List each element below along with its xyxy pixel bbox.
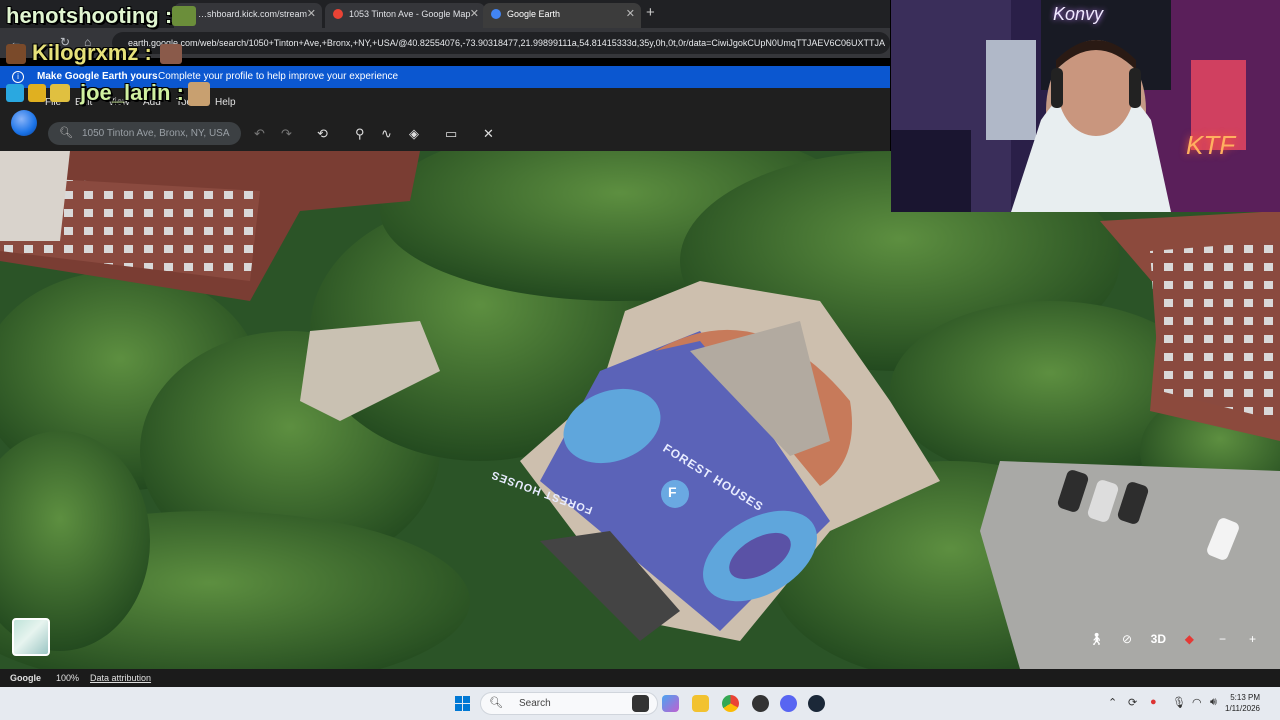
- badge-icon: [50, 84, 70, 102]
- emote-icon: [172, 6, 196, 26]
- neon-sign-konvy: Konvy: [1053, 4, 1104, 24]
- copilot-icon[interactable]: [662, 695, 679, 712]
- zoom-in-button[interactable]: +: [1249, 632, 1256, 646]
- compass-reset-icon[interactable]: ⊘: [1122, 632, 1132, 646]
- webcam-feed: [891, 0, 1280, 212]
- layers-icon[interactable]: ◈: [409, 126, 419, 142]
- search-value: 1050 Tinton Ave, Bronx, NY, USA: [82, 128, 230, 139]
- badge-icon: [6, 84, 24, 102]
- search-input[interactable]: 🔍︎ 1050 Tinton Ave, Bronx, NY, USA: [48, 122, 241, 145]
- discord-icon[interactable]: [780, 695, 797, 712]
- windows-start-icon[interactable]: [455, 696, 470, 711]
- url-field[interactable]: earth.google.com/web/search/1050+Tinton+…: [112, 32, 890, 54]
- wifi-icon[interactable]: ◠: [1192, 696, 1202, 709]
- measure-icon[interactable]: ▭: [445, 126, 457, 142]
- earth-favicon: [491, 9, 501, 19]
- streamer-webcam: Konvy KTF: [891, 0, 1280, 212]
- app-icon[interactable]: [752, 695, 769, 712]
- badge-icon: [28, 84, 46, 102]
- tools-icon[interactable]: ✕: [483, 126, 494, 142]
- badge-icon: [6, 44, 26, 64]
- tab-label: …shboard.kick.com/stream: [198, 9, 308, 19]
- data-attribution-link[interactable]: Data attribution: [90, 669, 151, 687]
- task-view-icon[interactable]: [632, 695, 649, 712]
- stream-chat-username: henotshooting :: [6, 3, 173, 28]
- search-icon: 🔍︎: [59, 127, 73, 139]
- steam-icon[interactable]: [808, 695, 825, 712]
- volume-icon[interactable]: 🔊︎: [1210, 696, 1217, 709]
- stream-chat-username: Kilogrxmz :: [32, 40, 152, 65]
- add-path-icon[interactable]: ∿: [381, 126, 392, 142]
- search-icon: 🔍︎: [489, 697, 503, 709]
- stream-chat-username: joe_larin :: [80, 80, 184, 105]
- close-tab-icon[interactable]: ✕: [626, 3, 635, 25]
- microphone-icon[interactable]: 🎙︎: [1172, 696, 1186, 709]
- google-brand: Google: [10, 673, 41, 683]
- maps-pin-icon: [333, 9, 343, 19]
- add-placemark-icon[interactable]: ⚲: [355, 126, 365, 142]
- tab-google-earth[interactable]: Google Earth ✕: [483, 3, 641, 28]
- tray-sync-icon[interactable]: ⟳: [1128, 696, 1137, 709]
- chrome-icon[interactable]: [722, 695, 739, 712]
- pegman-icon[interactable]: 🚶︎: [1089, 632, 1104, 646]
- tab-label: 1053 Tinton Ave - Google Map: [349, 9, 471, 19]
- redo-icon[interactable]: ↷: [281, 126, 292, 142]
- undo-icon[interactable]: ↶: [254, 126, 265, 142]
- taskbar-clock[interactable]: 5:13 PM 1/11/2026: [1225, 692, 1260, 714]
- neon-sign-ktf: KTF: [1186, 130, 1236, 160]
- tray-app-icon[interactable]: ●: [1150, 696, 1157, 708]
- menu-help[interactable]: Help: [215, 97, 236, 108]
- earth-3d-map-view[interactable]: FOREST HOUSES FOREST HOUSES F: [0, 151, 1280, 669]
- earth-status-bar: Google 100% Data attribution: [0, 669, 1280, 687]
- compass-icon[interactable]: ◆: [1185, 632, 1194, 646]
- clock-date: 1/11/2026: [1225, 704, 1260, 713]
- map-style-thumbnail[interactable]: [12, 618, 50, 656]
- court-logo: F: [668, 484, 677, 500]
- file-explorer-icon[interactable]: [692, 695, 709, 712]
- taskbar-search-label: Search: [519, 698, 551, 709]
- windows-taskbar: 🔍︎ Search ⌃ ⟳ ● 🎙︎ ◠ 🔊︎ 5:13 PM 1/11/202…: [0, 687, 1280, 720]
- tray-chevron-icon[interactable]: ⌃: [1108, 696, 1117, 709]
- google-earth-logo[interactable]: [11, 110, 37, 136]
- zoom-out-button[interactable]: −: [1219, 632, 1226, 646]
- clock-time: 5:13 PM: [1230, 693, 1260, 702]
- screen: FOREST HOUSES FOREST HOUSES F …shboard.k…: [0, 0, 1280, 720]
- tab-google-maps[interactable]: 1053 Tinton Ave - Google Map ✕: [325, 3, 485, 28]
- close-tab-icon[interactable]: ✕: [470, 3, 479, 25]
- tab-label: Google Earth: [507, 9, 561, 19]
- aerial-imagery: [0, 151, 1280, 669]
- emote-icon: [188, 82, 210, 106]
- tab-kick-dashboard[interactable]: …shboard.kick.com/stream ✕: [174, 3, 322, 28]
- history-icon[interactable]: ⟲: [317, 126, 328, 142]
- info-icon: i: [12, 71, 24, 83]
- zoom-level: 100%: [56, 673, 80, 683]
- 3d-toggle-button[interactable]: 3D: [1151, 632, 1166, 646]
- close-tab-icon[interactable]: ✕: [307, 3, 316, 25]
- new-tab-button[interactable]: +: [646, 4, 655, 21]
- emote-icon: [160, 44, 182, 64]
